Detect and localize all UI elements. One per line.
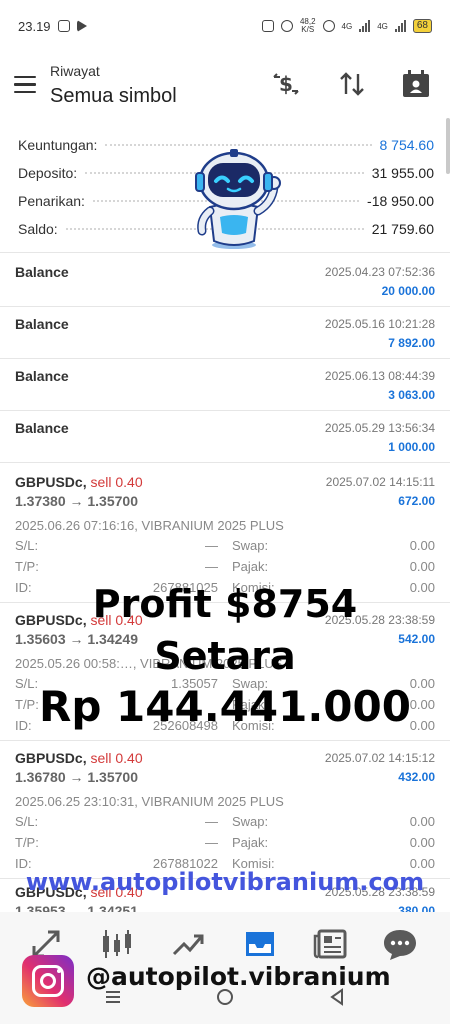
- balance-label: Balance: [15, 420, 69, 436]
- history-icon[interactable]: [240, 924, 280, 964]
- tp-value: —: [205, 835, 218, 850]
- sort-icon[interactable]: [336, 68, 368, 100]
- status-bar: 23.19 48,2 K/S 4G 4G 68: [0, 0, 450, 52]
- tp-label: T/P:: [15, 559, 39, 574]
- network-speed: 48,2 K/S: [299, 17, 316, 34]
- trade-symbol: GBPUSDc, sell 0.40: [15, 750, 143, 766]
- trade-profit: 380.00: [398, 904, 435, 912]
- balance-row[interactable]: Balance 2025.06.13 08:44:39 3 063.00: [0, 358, 450, 410]
- balance-time: 2025.05.16 10:21:28: [324, 317, 435, 331]
- nfc-icon: [261, 20, 274, 32]
- chart-icon[interactable]: [97, 924, 137, 964]
- recent-apps-icon[interactable]: [104, 988, 122, 1012]
- overlay-equivalent-text: Setara: [154, 634, 296, 678]
- chat-icon[interactable]: [380, 924, 420, 964]
- balance-row[interactable]: Balance 2025.05.29 13:56:34 1 000.00: [0, 410, 450, 462]
- overlay-rupiah-text: Rp 144.441.000: [39, 682, 411, 731]
- robot-mascot-image: [180, 145, 288, 253]
- menu-icon[interactable]: [14, 76, 36, 94]
- back-icon[interactable]: [328, 988, 346, 1012]
- balance-time: 2025.06.13 08:44:39: [324, 369, 435, 383]
- header-subtitle: Riwayat: [50, 63, 100, 79]
- signal-icon: [359, 20, 371, 32]
- trade-close-time: 2025.07.02 14:15:12: [324, 751, 435, 765]
- wifi-icon: [322, 20, 335, 32]
- trade-profit: 432.00: [398, 770, 435, 784]
- balance-row[interactable]: Balance 2025.04.23 07:52:36 20 000.00: [0, 254, 450, 306]
- calendar-icon[interactable]: [400, 68, 432, 100]
- symbol-filter-title[interactable]: Semua simbol: [50, 85, 177, 108]
- balance-label: Balance: [15, 368, 69, 384]
- sl-value: —: [205, 814, 218, 829]
- network-type-2: 4G: [377, 21, 388, 31]
- balance-amount: 20 000.00: [381, 284, 435, 298]
- overlay-profit-text: Profit $8754: [92, 582, 358, 626]
- swap-value: 0.00: [409, 538, 435, 553]
- trade-prices: 1.36780 → 1.35700: [15, 769, 138, 785]
- trade-symbol: GBPUSDc, sell 0.40: [15, 474, 143, 490]
- overlay-website-url: www.autopilotvibranium.com: [25, 868, 425, 896]
- app-header: Riwayat Semua simbol $: [0, 58, 450, 118]
- sl-label: S/L:: [15, 814, 39, 829]
- trade-prices: 1.37380 → 1.35700: [15, 493, 138, 509]
- svg-text:$: $: [279, 72, 293, 96]
- tax-label: Pajak:: [232, 559, 269, 574]
- trade-side: sell 0.40: [90, 474, 143, 490]
- instagram-logo-icon: [22, 955, 74, 1007]
- tax-value: 0.00: [409, 835, 435, 850]
- home-icon[interactable]: [216, 988, 234, 1012]
- balance-amount: 3 063.00: [388, 388, 435, 402]
- trend-icon[interactable]: [168, 924, 208, 964]
- balance-amount: 1 000.00: [388, 440, 435, 454]
- balance-label: Balance: [15, 264, 69, 280]
- mute-icon: [280, 20, 293, 32]
- instagram-notification-icon: [57, 20, 70, 32]
- overlay-instagram-handle: @autopilot.vibranium: [86, 962, 391, 991]
- trade-profit: 672.00: [398, 494, 435, 508]
- balance-amount: 7 892.00: [388, 336, 435, 350]
- trade-prices: 1.35953 → 1.34251: [15, 903, 138, 912]
- trade-row[interactable]: GBPUSDc, sell 0.40 1.37380 → 1.35700 202…: [0, 462, 450, 602]
- trade-side: sell 0.40: [90, 750, 143, 766]
- network-type-1: 4G: [341, 21, 353, 31]
- status-time: 23.19: [18, 18, 51, 34]
- tax-label: Pajak:: [232, 835, 269, 850]
- swap-label: Swap:: [232, 814, 269, 829]
- divider: [0, 252, 450, 253]
- trade-close-time: 2025.07.02 14:15:11: [325, 475, 435, 489]
- play-notification-icon: [76, 20, 87, 32]
- tp-value: —: [205, 559, 218, 574]
- scrollbar[interactable]: [446, 118, 450, 174]
- sl-value: —: [205, 538, 218, 553]
- currency-exchange-icon[interactable]: $: [270, 68, 302, 100]
- trade-open-info: 2025.06.26 07:16:16, VIBRANIUM 2025 PLUS: [15, 518, 284, 533]
- trade-row[interactable]: GBPUSDc, sell 0.40 1.36780 → 1.35700 202…: [0, 738, 450, 878]
- tp-label: T/P:: [15, 835, 39, 850]
- trade-open-info: 2025.06.25 23:10:31, VIBRANIUM 2025 PLUS: [15, 794, 284, 809]
- swap-label: Swap:: [232, 538, 269, 553]
- balance-row[interactable]: Balance 2025.05.16 10:21:28 7 892.00: [0, 306, 450, 358]
- sl-label: S/L:: [15, 538, 39, 553]
- battery-indicator: 68: [412, 19, 432, 33]
- tax-value: 0.00: [409, 559, 435, 574]
- balance-time: 2025.04.23 07:52:36: [324, 265, 435, 279]
- news-icon[interactable]: [311, 924, 351, 964]
- swap-value: 0.00: [409, 814, 435, 829]
- balance-time: 2025.05.29 13:56:34: [324, 421, 435, 435]
- signal-icon-2: [394, 20, 406, 32]
- balance-label: Balance: [15, 316, 69, 332]
